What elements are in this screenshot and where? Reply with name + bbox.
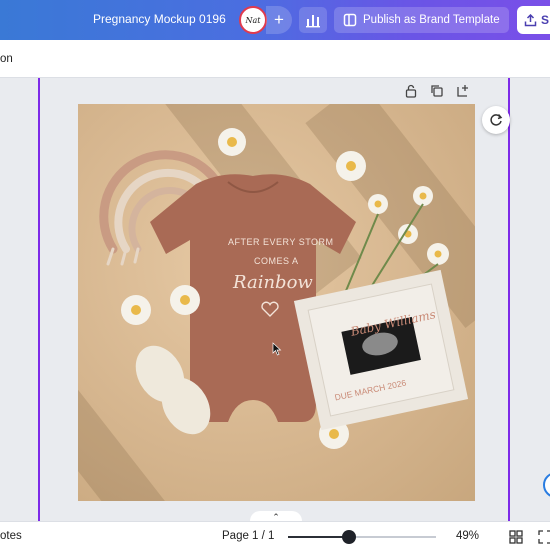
design-canvas[interactable]: AFTER EVERY STORM COMES A Rainbow Baby W… [78, 104, 475, 501]
insights-button[interactable] [299, 7, 327, 33]
assistant-button[interactable] [543, 472, 550, 498]
bar-chart-icon [306, 15, 320, 28]
letter-board [293, 269, 469, 431]
zoom-slider-thumb[interactable] [341, 530, 356, 544]
add-collaborator-button[interactable]: + [266, 6, 292, 34]
regenerate-button[interactable] [482, 106, 510, 134]
upload-icon [524, 13, 537, 26]
grid-view-icon[interactable] [509, 530, 523, 544]
top-toolbar: Pregnancy Mockup 0196 Nat + Publish as B… [0, 0, 550, 40]
refresh-icon [490, 114, 503, 126]
publish-brand-template-button[interactable]: Publish as Brand Template [334, 7, 509, 33]
mouse-cursor-icon [272, 342, 282, 356]
duplicate-page-icon[interactable] [429, 83, 445, 99]
secondary-toolbar: on [0, 40, 550, 78]
share-button[interactable]: S [517, 6, 550, 34]
zoom-percent[interactable]: 49% [456, 530, 479, 542]
heart-icon [261, 301, 279, 317]
document-title[interactable]: Pregnancy Mockup 0196 [93, 12, 226, 26]
onesie-text-line3[interactable]: Rainbow [233, 272, 313, 293]
template-icon [343, 13, 357, 27]
toolbar-item[interactable]: on [0, 53, 13, 65]
avatar-initials: Nat [245, 15, 261, 25]
zoom-slider[interactable] [288, 530, 436, 544]
page-indicator[interactable]: Page 1 / 1 [222, 530, 274, 542]
onesie-text-line2[interactable]: COMES A [254, 256, 299, 266]
publish-label: Publish as Brand Template [363, 14, 500, 26]
add-page-icon[interactable] [455, 83, 471, 99]
fullscreen-icon[interactable] [538, 530, 550, 544]
collaborator-avatar[interactable]: Nat [239, 6, 267, 34]
notes-button[interactable]: otes [0, 530, 22, 542]
lock-icon[interactable] [403, 83, 419, 99]
zoom-slider-fill [288, 536, 349, 538]
onesie-text-line1[interactable]: AFTER EVERY STORM [228, 237, 334, 247]
page-tools [403, 83, 471, 99]
bottom-toolbar: otes Page 1 / 1 49% [0, 521, 550, 550]
share-label: S [541, 13, 550, 27]
